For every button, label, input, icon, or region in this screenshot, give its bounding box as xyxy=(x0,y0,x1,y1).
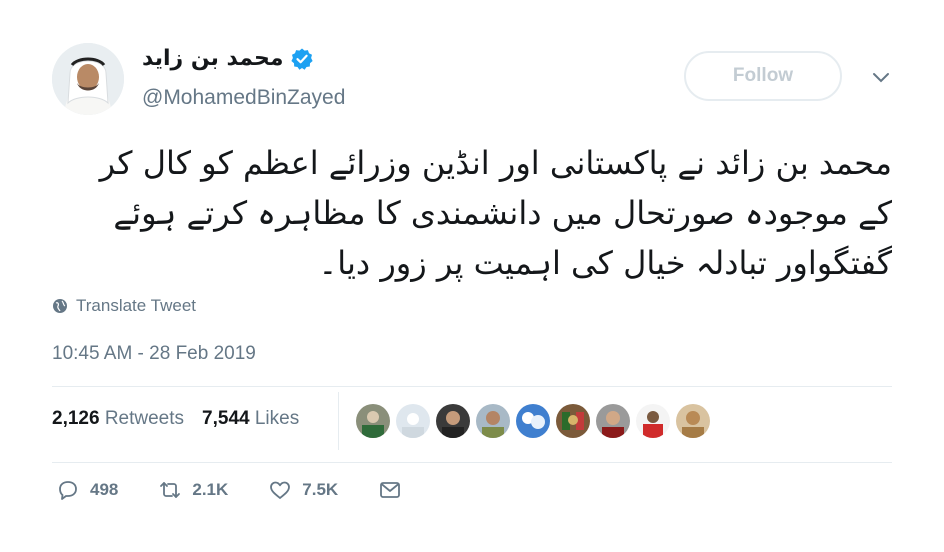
retweets-label: Retweets xyxy=(104,408,185,429)
retweet-action[interactable]: 2.1K xyxy=(158,478,228,502)
liker-avatar[interactable] xyxy=(356,404,390,438)
liker-avatar[interactable] xyxy=(636,404,670,438)
reply-count: 498 xyxy=(90,480,119,499)
liker-avatar[interactable] xyxy=(556,404,590,438)
envelope-icon xyxy=(380,482,401,498)
translate-tweet-link[interactable]: Translate Tweet xyxy=(52,296,196,316)
likes-stat[interactable]: 7,544 Likes xyxy=(202,408,299,430)
tweet-timestamp[interactable]: 10:45 AM - 28 Feb 2019 xyxy=(52,343,256,365)
verified-badge-icon xyxy=(290,47,314,71)
liker-avatar[interactable] xyxy=(436,404,470,438)
retweets-stat[interactable]: 2,126 Retweets xyxy=(52,408,184,430)
liker-avatar[interactable] xyxy=(516,404,550,438)
retweet-count: 2.1K xyxy=(192,480,229,499)
chevron-down-icon[interactable] xyxy=(872,72,890,84)
liker-avatar[interactable] xyxy=(476,404,510,438)
heart-icon xyxy=(270,481,291,499)
divider xyxy=(52,462,892,463)
liker-avatars xyxy=(356,404,710,438)
reply-icon xyxy=(59,481,77,500)
reply-action[interactable]: 498 xyxy=(56,478,118,502)
user-handle[interactable]: @MohamedBinZayed xyxy=(142,86,345,110)
retweets-count: 2,126 xyxy=(52,408,100,429)
retweet-icon xyxy=(160,482,181,498)
likes-label: Likes xyxy=(254,408,300,429)
follow-button[interactable]: Follow xyxy=(684,51,842,101)
divider xyxy=(52,386,892,387)
translate-label: Translate Tweet xyxy=(76,296,197,315)
like-count: 7.5K xyxy=(302,480,339,499)
display-name[interactable]: محمد بن زايد xyxy=(142,46,284,71)
name-row: محمد بن زايد xyxy=(142,46,314,71)
likes-count: 7,544 xyxy=(202,408,250,429)
tweet-actions: 498 2.1K 7.5K xyxy=(56,478,442,502)
engagement-stats: 2,126 Retweets 7,544 Likes xyxy=(52,408,299,430)
liker-avatar[interactable] xyxy=(676,404,710,438)
like-action[interactable]: 7.5K xyxy=(268,478,338,502)
liker-avatar[interactable] xyxy=(596,404,630,438)
stats-separator xyxy=(338,392,339,450)
tweet-card: محمد بن زايد @MohamedBinZayed Follow محم… xyxy=(0,0,944,552)
direct-message-action[interactable] xyxy=(378,478,402,502)
liker-avatar[interactable] xyxy=(396,404,430,438)
avatar[interactable] xyxy=(52,43,124,115)
tweet-text: محمد بن زائد نے پاکستانی اور انڈین وزرائ… xyxy=(99,144,892,282)
globe-icon xyxy=(53,299,67,313)
